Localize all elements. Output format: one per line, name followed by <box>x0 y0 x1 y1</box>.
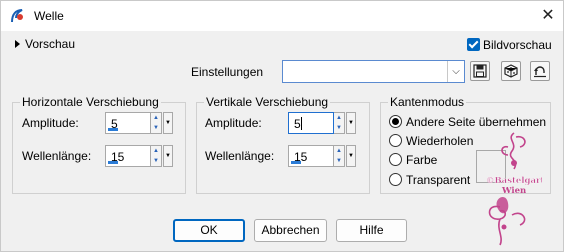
reset-icon <box>534 66 546 78</box>
vertical-amplitude-input[interactable]: 5 <box>288 112 334 134</box>
radio-icon[interactable] <box>389 134 402 148</box>
save-preset-icon <box>473 64 487 78</box>
watermark-text: Wien <box>501 186 526 196</box>
bildvorschau-checkbox[interactable]: Bildvorschau <box>467 37 552 52</box>
radio-andere-seite[interactable]: Andere Seite übernehmen <box>389 114 546 129</box>
horizontal-group-title: Horizontale Verschiebung <box>20 95 161 109</box>
vertical-amplitude-value: 5 <box>294 117 301 131</box>
horizontal-amplitude-stepper[interactable]: 5 ▲ ▼ ▼ <box>105 112 175 134</box>
spin-up-icon[interactable]: ▲ <box>151 113 161 123</box>
edge-mode-title: Kantenmodus <box>388 95 467 109</box>
value-slider-indicator[interactable] <box>291 161 301 164</box>
vertical-group-title: Vertikale Verschiebung <box>204 95 331 109</box>
spin-up-icon[interactable]: ▲ <box>151 146 161 156</box>
dropdown-arrow-icon[interactable]: ▼ <box>163 145 173 167</box>
radio-selected-icon[interactable] <box>389 115 402 129</box>
random-icon <box>504 64 518 78</box>
vertical-amplitude-label: Amplitude: <box>205 116 262 130</box>
bildvorschau-label[interactable]: Bildvorschau <box>483 38 552 52</box>
spin-down-icon[interactable]: ▼ <box>151 156 161 166</box>
radio-label[interactable]: Farbe <box>406 153 437 167</box>
spin-down-icon[interactable]: ▼ <box>334 156 344 166</box>
dropdown-arrow-icon[interactable]: ⌵ <box>447 61 464 82</box>
radio-icon[interactable] <box>389 153 402 167</box>
preview-label[interactable]: Vorschau <box>25 37 75 51</box>
settings-label: Einstellungen <box>191 65 264 79</box>
help-button[interactable]: Hilfe <box>336 219 407 242</box>
value-slider-indicator[interactable] <box>108 161 118 164</box>
text-cursor <box>301 117 302 130</box>
dialog-window: Welle ✕ Vorschau Bildvorschau Einstellun… <box>0 0 564 252</box>
expand-triangle-icon[interactable] <box>15 39 20 48</box>
preview-toggle[interactable]: Vorschau <box>15 36 75 52</box>
horizontal-amplitude-input[interactable]: 5 <box>105 112 151 134</box>
horizontal-amplitude-label: Amplitude: <box>22 116 79 130</box>
vertical-amplitude-stepper[interactable]: 5 ▲ ▼ ▼ <box>288 112 358 134</box>
horizontal-wavelength-stepper[interactable]: 15 ▲ ▼ ▼ <box>105 145 175 167</box>
vertical-wavelength-stepper[interactable]: 15 ▲ ▼ ▼ <box>288 145 358 167</box>
spin-up-icon[interactable]: ▲ <box>334 113 344 123</box>
settings-combobox[interactable]: ⌵ <box>282 60 465 83</box>
close-icon[interactable]: ✕ <box>533 1 563 31</box>
radio-farbe[interactable]: Farbe <box>389 152 437 167</box>
checkbox-icon[interactable] <box>467 38 480 52</box>
random-button[interactable] <box>501 61 521 81</box>
horizontal-wavelength-label: Wellenlänge: <box>22 149 92 163</box>
app-icon <box>11 9 23 23</box>
spin-down-icon[interactable]: ▼ <box>334 123 344 133</box>
spin-up-icon[interactable]: ▲ <box>334 146 344 156</box>
horizontal-wavelength-input[interactable]: 15 <box>105 145 151 167</box>
window-title: Welle <box>34 9 64 23</box>
title-bar: Welle ✕ <box>1 1 563 31</box>
reset-button[interactable] <box>530 61 550 81</box>
save-preset-button[interactable] <box>470 61 490 81</box>
radio-icon[interactable] <box>389 173 402 187</box>
dropdown-arrow-icon[interactable]: ▼ <box>346 112 356 134</box>
radio-label[interactable]: Andere Seite übernehmen <box>406 115 546 129</box>
ok-button[interactable]: OK <box>173 219 245 242</box>
vertical-wavelength-input[interactable]: 15 <box>288 145 334 167</box>
watermark-logo: ©Bastelgarten Wien <box>486 132 542 246</box>
spin-down-icon[interactable]: ▼ <box>151 123 161 133</box>
vertical-wavelength-label: Wellenlänge: <box>205 149 275 163</box>
value-slider-indicator[interactable] <box>108 128 118 131</box>
watermark-text: ©Bastelgarten <box>486 176 542 186</box>
dropdown-arrow-icon[interactable]: ▼ <box>346 145 356 167</box>
dropdown-arrow-icon[interactable]: ▼ <box>163 112 173 134</box>
cancel-button[interactable]: Abbrechen <box>254 219 327 242</box>
